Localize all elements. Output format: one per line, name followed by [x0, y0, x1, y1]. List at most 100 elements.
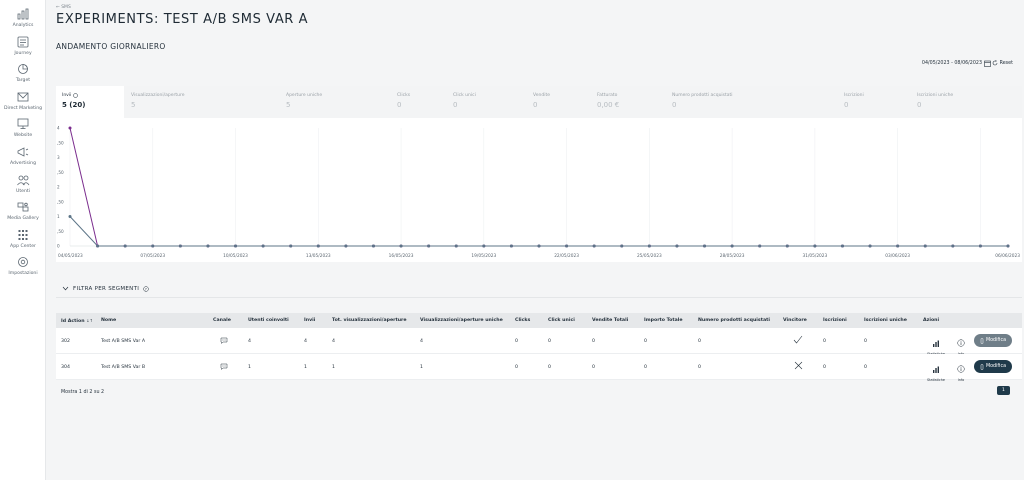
- cell-users: 4: [248, 339, 251, 344]
- segment-filter-toggle[interactable]: FILTRA PER SEGMENTI ?: [56, 280, 1022, 298]
- kpi-fatturato[interactable]: Fatturato 0,00 €: [591, 86, 666, 118]
- data-point: [454, 244, 458, 248]
- sidebar-item-impostazioni[interactable]: Impostazioni: [0, 256, 46, 276]
- cell-clicks: 0: [515, 339, 518, 344]
- x-tick-label: 16/05/2023: [389, 253, 414, 259]
- breadcrumb-back-link[interactable]: ← SMS: [56, 5, 71, 10]
- y-tick-label: 4: [57, 126, 60, 131]
- kpi-value: 0,00 €: [597, 101, 620, 109]
- y-tick-label: ,50: [57, 140, 64, 145]
- kpi-clicks[interactable]: Clicks 0: [391, 86, 447, 118]
- winner-check-icon: [793, 335, 803, 344]
- sidebar-item-direct-marketing[interactable]: Direct Marketing: [0, 91, 46, 111]
- x-tick-label: 13/05/2023: [306, 253, 331, 259]
- bar-chart-icon: [17, 8, 29, 20]
- reset-button[interactable]: Reset: [992, 60, 1013, 66]
- data-point: [151, 244, 155, 248]
- data-point: [178, 244, 182, 248]
- data-point: [68, 215, 72, 218]
- data-point: [620, 244, 624, 248]
- edit-button[interactable]: Modifica: [974, 334, 1012, 347]
- kpi-aperture-uniche[interactable]: Aperture uniche 5: [280, 86, 390, 118]
- info-icon: [957, 339, 965, 347]
- cell-users: 1: [248, 365, 251, 370]
- data-point: [647, 244, 651, 248]
- statistics-label: Statistiche: [927, 378, 945, 382]
- kpi-visualizzazioni[interactable]: Visualizzazioni/aperture 5: [125, 86, 280, 118]
- target-icon: [18, 64, 28, 74]
- sidebar-item-website[interactable]: Website: [0, 118, 46, 138]
- kpi-value: 0: [844, 101, 849, 109]
- cell-unique-subs: 0: [864, 365, 867, 370]
- x-tick-label: 31/05/2023: [802, 253, 827, 259]
- sidebar-item-label: Target: [15, 78, 31, 83]
- sidebar-item-label: Journey: [14, 51, 32, 56]
- cell-views: 4: [332, 339, 335, 344]
- info-button[interactable]: Info: [950, 332, 972, 356]
- sidebar-item-utenti[interactable]: Utenti: [0, 174, 46, 194]
- calendar-icon[interactable]: [984, 60, 991, 67]
- sidebar-item-label: Advertising: [10, 161, 36, 166]
- data-point: [565, 244, 569, 248]
- cell-unique-views: 1: [420, 365, 423, 370]
- sidebar-item-label: Utenti: [16, 189, 30, 194]
- cell-unique-clicks: 0: [548, 339, 551, 344]
- bar-chart-icon: [933, 366, 939, 373]
- statistics-button[interactable]: Statistiche: [925, 358, 947, 382]
- statistics-button[interactable]: Statistiche: [925, 332, 947, 356]
- cell-sales: 0: [592, 365, 595, 370]
- sidebar-item-app-center[interactable]: App Center: [0, 229, 46, 249]
- data-point: [399, 244, 403, 248]
- kpi-label: Aperture uniche: [286, 93, 323, 98]
- monitor-icon: [17, 118, 29, 129]
- data-point: [123, 244, 127, 248]
- kpi-label: Iscrizioni: [844, 93, 864, 98]
- data-point: [896, 244, 900, 248]
- cell-sends: 1: [304, 365, 307, 370]
- column-label: Id Action: [61, 319, 85, 324]
- journey-icon: [17, 36, 29, 48]
- kpi-numero-prodotti[interactable]: Numero prodotti acquistati 0: [666, 86, 838, 118]
- kpi-value: 0: [917, 101, 922, 109]
- data-point: [234, 244, 238, 248]
- kpi-iscrizioni[interactable]: Iscrizioni 0: [838, 86, 911, 118]
- kpi-label: Vendite: [533, 93, 550, 98]
- sidebar-item-target[interactable]: Target: [0, 63, 46, 83]
- kpi-click-unici[interactable]: Click unici 0: [447, 86, 527, 118]
- sidebar-item-label: Direct Marketing: [3, 106, 43, 111]
- kpi-vendite[interactable]: Vendite 0: [527, 86, 591, 118]
- edit-icon: [980, 337, 984, 344]
- kpi-label: Numero prodotti acquistati: [672, 93, 733, 98]
- sidebar-item-analytics[interactable]: Analytics: [0, 8, 46, 28]
- x-tick-label: 03/06/2023: [885, 253, 910, 259]
- kpi-label: Visualizzazioni/aperture: [131, 93, 185, 98]
- sidebar-item-media-gallery[interactable]: Media Gallery: [0, 201, 46, 221]
- sort-icon: ↓↑: [86, 318, 93, 323]
- cell-subs: 0: [823, 365, 826, 370]
- date-range-picker[interactable]: 04/05/2023 - 08/06/2023: [922, 61, 982, 66]
- col-id-action[interactable]: Id Action ↓↑: [61, 318, 93, 324]
- edit-button[interactable]: Modifica: [974, 360, 1012, 373]
- col-visualizzazioni-uniche: Visualizzazioni/aperture uniche: [420, 318, 503, 323]
- sidebar-item-label: Analytics: [12, 23, 34, 28]
- y-tick-label: 3: [57, 155, 60, 160]
- kpi-iscrizioni-uniche[interactable]: Iscrizioni uniche 0: [911, 86, 1022, 118]
- loser-x-icon: [794, 361, 803, 370]
- cell-subs: 0: [823, 339, 826, 344]
- sidebar-item-advertising[interactable]: Advertising: [0, 146, 46, 166]
- data-point: [923, 244, 927, 248]
- info-button[interactable]: Info: [950, 358, 972, 382]
- data-point: [482, 244, 486, 248]
- data-point: [344, 244, 348, 248]
- experiments-table: Id Action ↓↑ Nome Canale Utenti coinvolt…: [56, 313, 1022, 403]
- sidebar-item-journey[interactable]: Journey: [0, 36, 46, 56]
- col-azioni: Azioni: [923, 318, 940, 323]
- data-point: [813, 244, 817, 248]
- data-point: [730, 244, 734, 248]
- page-button-1[interactable]: 1: [997, 386, 1010, 395]
- gear-icon: [18, 257, 28, 267]
- cell-id: 304: [61, 365, 70, 370]
- grid-icon: [18, 230, 28, 240]
- svg-text:?: ?: [145, 287, 147, 291]
- kpi-invii[interactable]: Invii 5 (20): [56, 86, 124, 118]
